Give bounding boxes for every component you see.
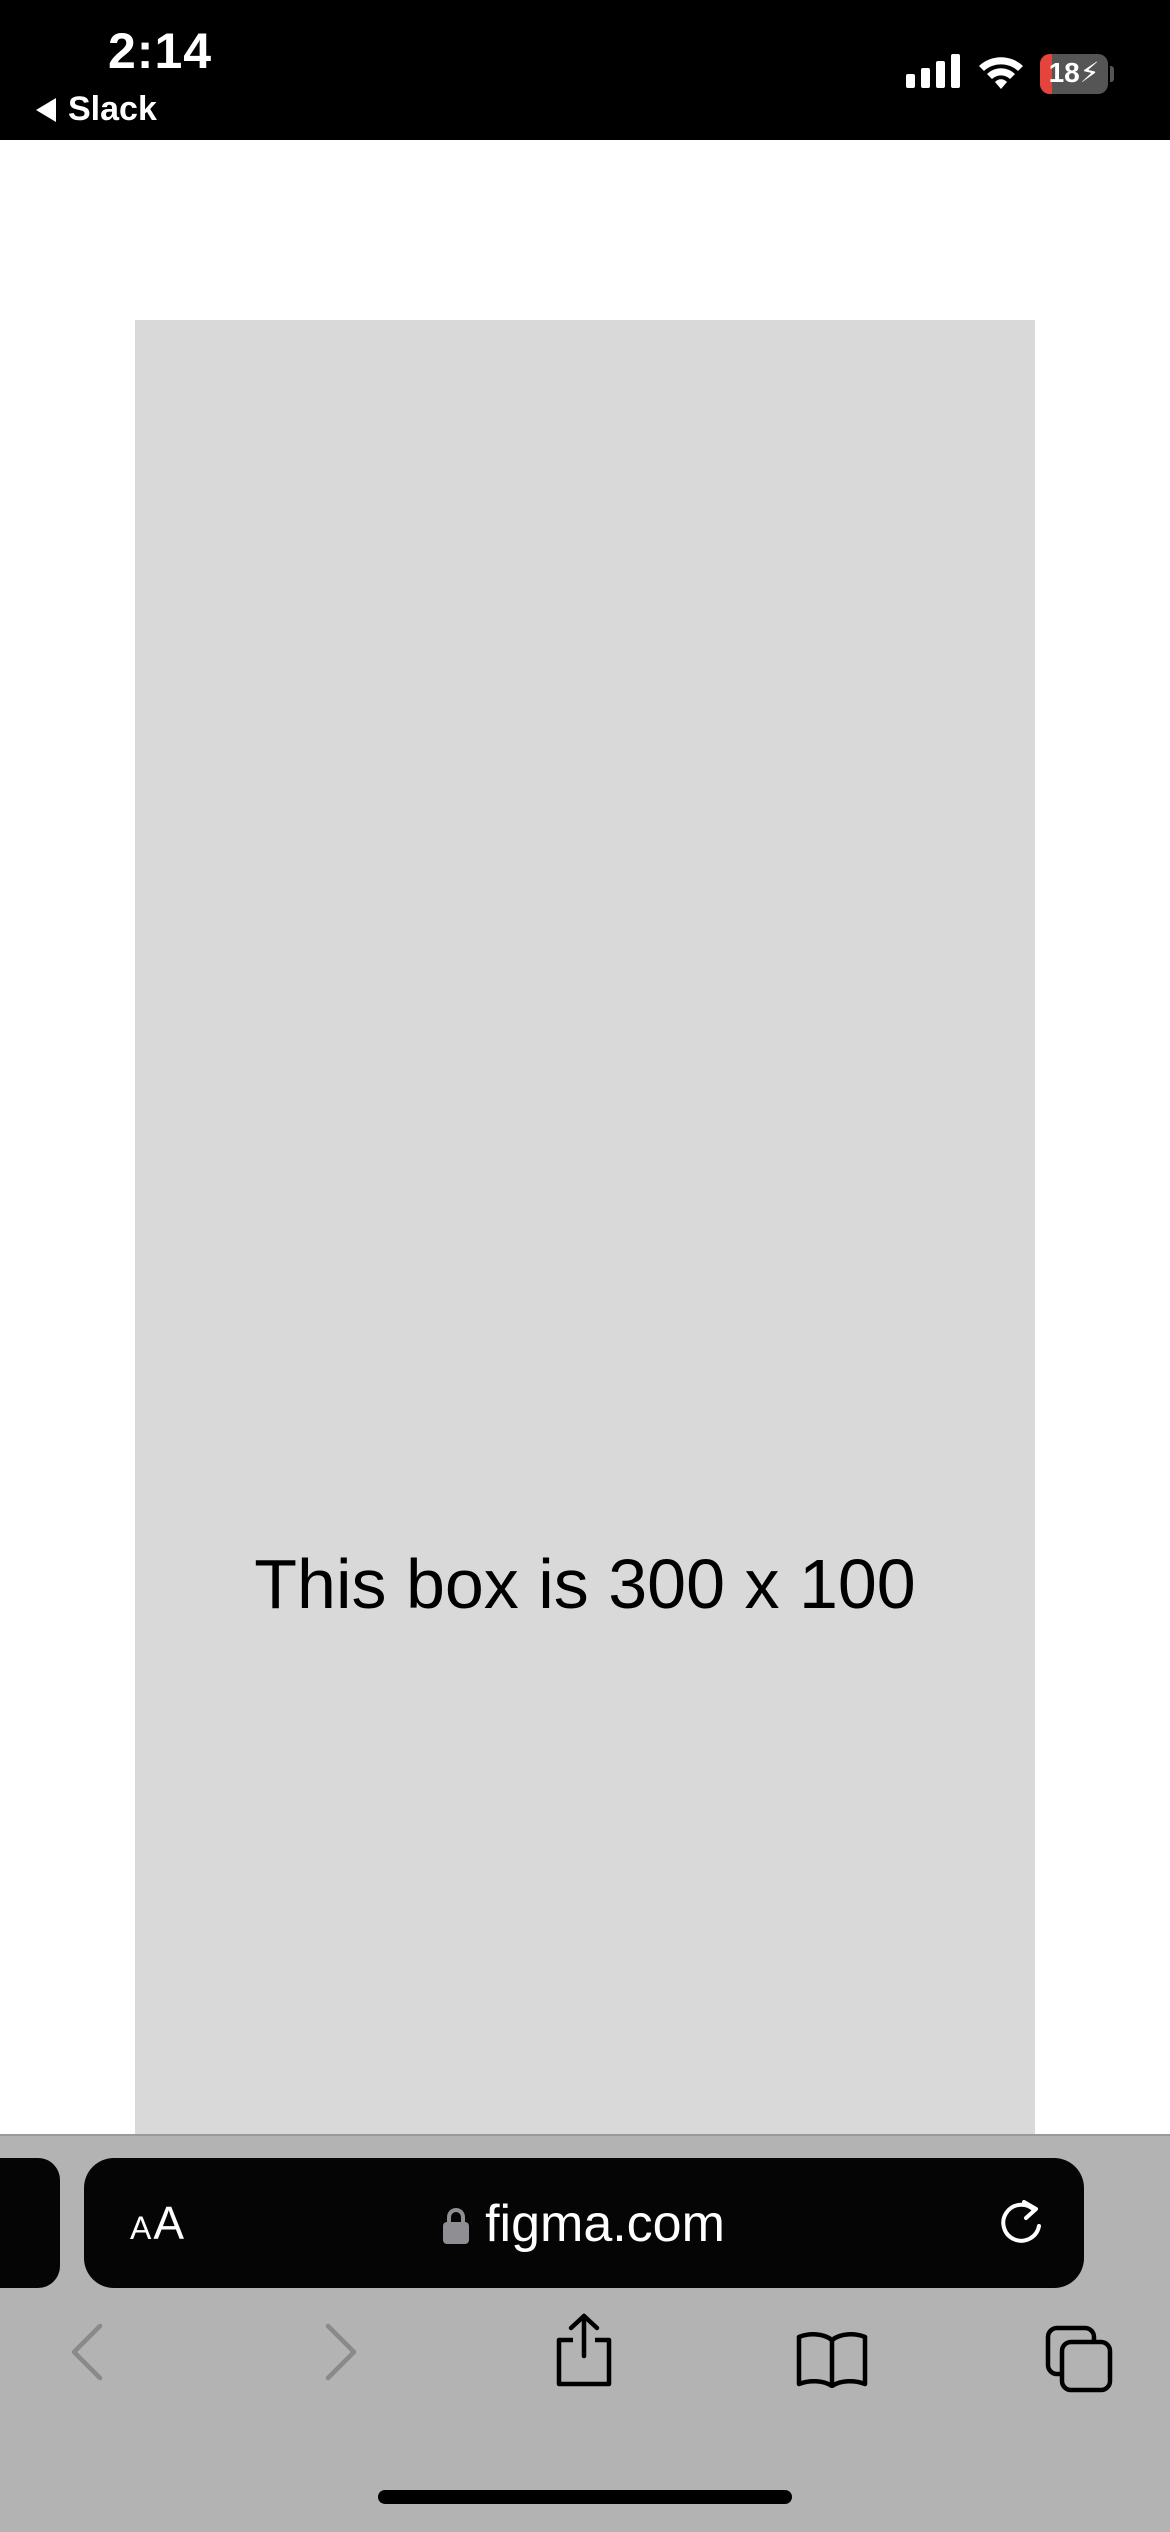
status-time: 2:14	[108, 23, 213, 79]
web-content[interactable]: This box is 300 x 100	[0, 140, 1170, 2134]
back-triangle-icon	[36, 97, 56, 122]
back-icon[interactable]	[66, 2320, 110, 2384]
wifi-icon	[979, 57, 1023, 89]
back-to-app-button[interactable]: Slack	[36, 90, 157, 129]
battery-level: 18⚡	[1048, 57, 1100, 88]
address-bar[interactable]: AA figma.com	[84, 2158, 1084, 2288]
bookmarks-icon[interactable]	[795, 2330, 869, 2388]
box-label: This box is 300 x 100	[254, 1545, 916, 1623]
lock-icon	[443, 2208, 470, 2244]
previous-tab-preview[interactable]	[0, 2158, 60, 2288]
battery-icon: 18⚡	[1040, 54, 1108, 94]
status-bar: 2:14 Slack 18⚡	[0, 0, 1170, 140]
forward-icon[interactable]	[318, 2320, 362, 2384]
battery-cap	[1110, 66, 1114, 82]
url-text[interactable]: figma.com	[485, 2194, 725, 2254]
home-indicator[interactable]	[378, 2490, 792, 2504]
browser-chrome: AA figma.com	[0, 2134, 1170, 2532]
tabs-icon[interactable]	[1044, 2324, 1114, 2394]
cellular-signal-icon	[906, 54, 960, 88]
back-app-label: Slack	[68, 90, 157, 128]
chrome-divider	[0, 2134, 1170, 2136]
gray-box: This box is 300 x 100	[135, 320, 1035, 2134]
reload-icon[interactable]	[996, 2196, 1046, 2250]
share-icon[interactable]	[553, 2312, 615, 2388]
